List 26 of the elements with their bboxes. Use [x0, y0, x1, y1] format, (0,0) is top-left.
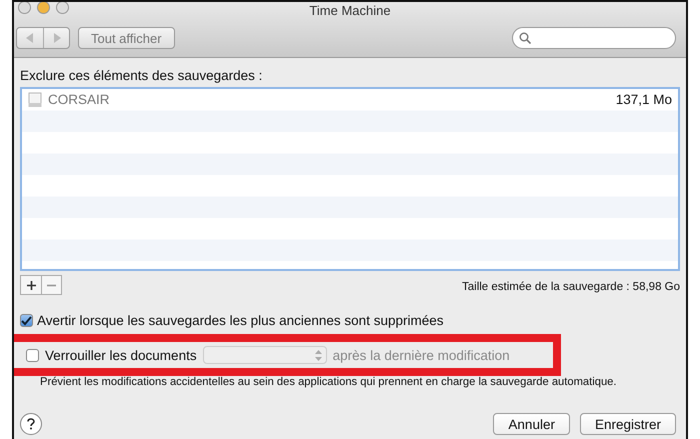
drive-icon: [28, 92, 42, 108]
option-suffix: après la dernière modification: [332, 348, 510, 362]
minimize-icon[interactable]: [37, 2, 50, 14]
option-label: Avertir lorsque les sauvegardes les plus anciennes sont supprimées: [37, 313, 444, 328]
estimated-size: Taille estimée de la sauvegarde : 58,98 Go: [462, 281, 680, 293]
item-size: 137,1 Mo: [616, 92, 672, 107]
list-row[interactable]: CORSAIR 137,1 Mo: [22, 89, 678, 110]
search-field[interactable]: [512, 27, 676, 49]
search-icon: [519, 32, 531, 44]
back-arrow-icon: [26, 33, 34, 43]
option-description: Prévient les modifications accidentelles au sein des applications qui prennent en charge la sauvegarde automatique.: [39, 376, 618, 388]
show-all-button[interactable]: Tout afficher: [78, 27, 175, 49]
item-name: CORSAIR: [48, 92, 111, 107]
dialog-button[interactable]: Enregistrer: [580, 413, 676, 435]
dialog-button[interactable]: Annuler: [493, 413, 570, 435]
question-mark-icon: [27, 418, 35, 430]
window-title: Time Machine: [309, 3, 391, 18]
plus-icon: [26, 281, 36, 290]
close-icon[interactable]: [18, 2, 31, 14]
option-label: Verrouiller les documents: [45, 348, 197, 362]
checkbox[interactable]: [20, 314, 33, 327]
stepper-arrows-icon: [314, 350, 322, 360]
forward-arrow-icon: [52, 33, 60, 43]
zoom-icon[interactable]: [56, 2, 69, 14]
exclusions-label: Exclure ces éléments des sauvegardes :: [20, 68, 264, 83]
help-button[interactable]: [20, 413, 42, 435]
